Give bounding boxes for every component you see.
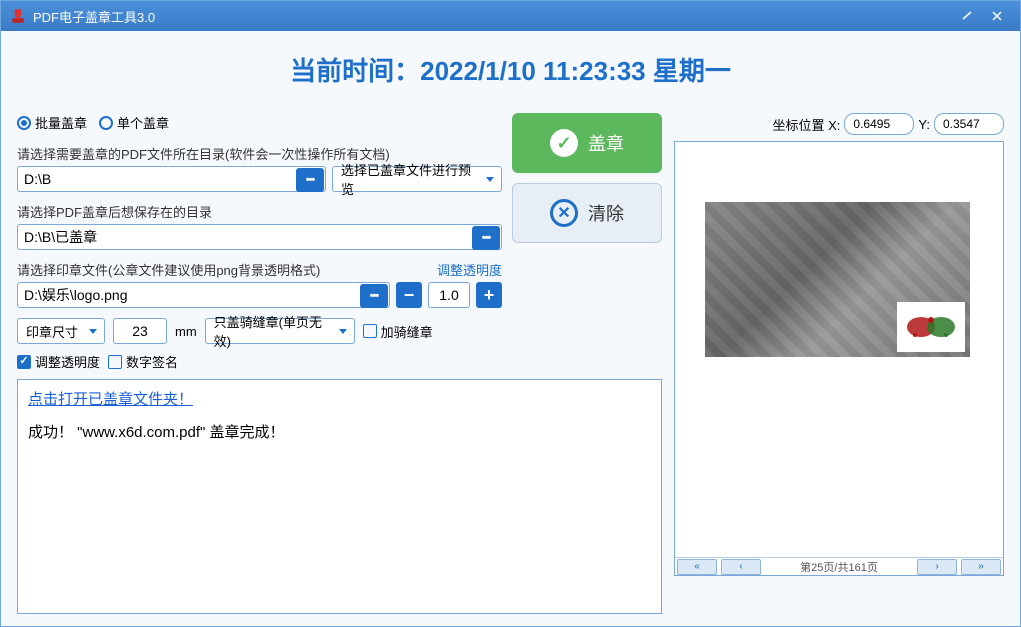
open-folder-link[interactable]: 点击打开已盖章文件夹！ (28, 388, 193, 409)
radio-single[interactable]: 单个盖章 (99, 113, 169, 132)
opacity-value: 1.0 (428, 282, 470, 308)
stamp-file-label: 请选择印章文件(公章文件建议使用png背景透明格式) (17, 263, 320, 278)
nav-last-button[interactable]: » (961, 559, 1001, 575)
checkbox-digital-sign[interactable]: 数字签名 (108, 352, 178, 371)
checkbox-opacity[interactable]: 调整透明度 (17, 352, 100, 371)
size-dropdown[interactable]: 印章尺寸 (17, 318, 105, 344)
checkbox-riding[interactable]: 加骑缝章 (363, 322, 433, 341)
checkbox-icon (363, 324, 377, 338)
opacity-plus-button[interactable]: + (476, 282, 502, 308)
save-dir-label: 请选择PDF盖章后想保存在的目录 (17, 202, 502, 221)
browse-stamp-button[interactable]: ••• (360, 284, 388, 308)
checkbox-icon (108, 355, 122, 369)
nav-first-button[interactable]: « (677, 559, 717, 575)
nav-prev-button[interactable]: ‹ (721, 559, 761, 575)
save-dir-input[interactable]: ••• (17, 224, 502, 250)
stamp-overlay-icon (897, 302, 965, 352)
app-stamp-icon (9, 7, 27, 25)
stamp-file-input[interactable]: ••• (17, 282, 390, 308)
page-navigation: « ‹ 第25页/共161页 › » (675, 557, 1003, 575)
src-dir-input[interactable]: ••• (17, 166, 326, 192)
x-circle-icon: ✕ (550, 199, 578, 227)
browse-src-button[interactable]: ••• (296, 168, 324, 192)
app-title: PDF电子盖章工具3.0 (33, 7, 155, 26)
radio-icon (17, 116, 31, 130)
coord-x-input[interactable] (844, 113, 914, 135)
coord-y-input[interactable] (934, 113, 1004, 135)
preview-pane[interactable]: « ‹ 第25页/共161页 › » (674, 141, 1004, 576)
riding-dropdown[interactable]: 只盖骑缝章(单页无效) (205, 318, 355, 344)
clear-button[interactable]: ✕ 清除 (512, 183, 662, 243)
nav-next-button[interactable]: › (917, 559, 957, 575)
radio-batch[interactable]: 批量盖章 (17, 113, 87, 132)
log-box: 点击打开已盖章文件夹！ 成功！ "www.x6d.com.pdf" 盖章完成！ (17, 379, 662, 614)
opacity-minus-button[interactable]: − (396, 282, 422, 308)
page-info: 第25页/共161页 (763, 559, 915, 575)
time-header: 当前时间：2022/1/10 11:23:33 星期一 (17, 51, 1004, 88)
check-icon: ✓ (550, 129, 578, 157)
browse-save-button[interactable]: ••• (472, 226, 500, 250)
minimize-button[interactable] (952, 6, 982, 26)
coord-y-label: Y: (918, 117, 930, 132)
size-unit: mm (175, 324, 197, 339)
coord-x-label: 坐标位置 X: (773, 115, 841, 134)
checkbox-icon (17, 355, 31, 369)
titlebar: PDF电子盖章工具3.0 (1, 1, 1020, 31)
size-input[interactable] (113, 318, 167, 344)
adjust-opacity-link[interactable]: 调整透明度 (437, 260, 502, 279)
close-button[interactable] (982, 6, 1012, 26)
log-message: 成功！ "www.x6d.com.pdf" 盖章完成！ (28, 424, 285, 441)
stamp-button[interactable]: ✓ 盖章 (512, 113, 662, 173)
radio-icon (99, 116, 113, 130)
preview-dropdown[interactable]: 选择已盖章文件进行预览 (332, 166, 502, 192)
preview-page-image (705, 202, 970, 357)
